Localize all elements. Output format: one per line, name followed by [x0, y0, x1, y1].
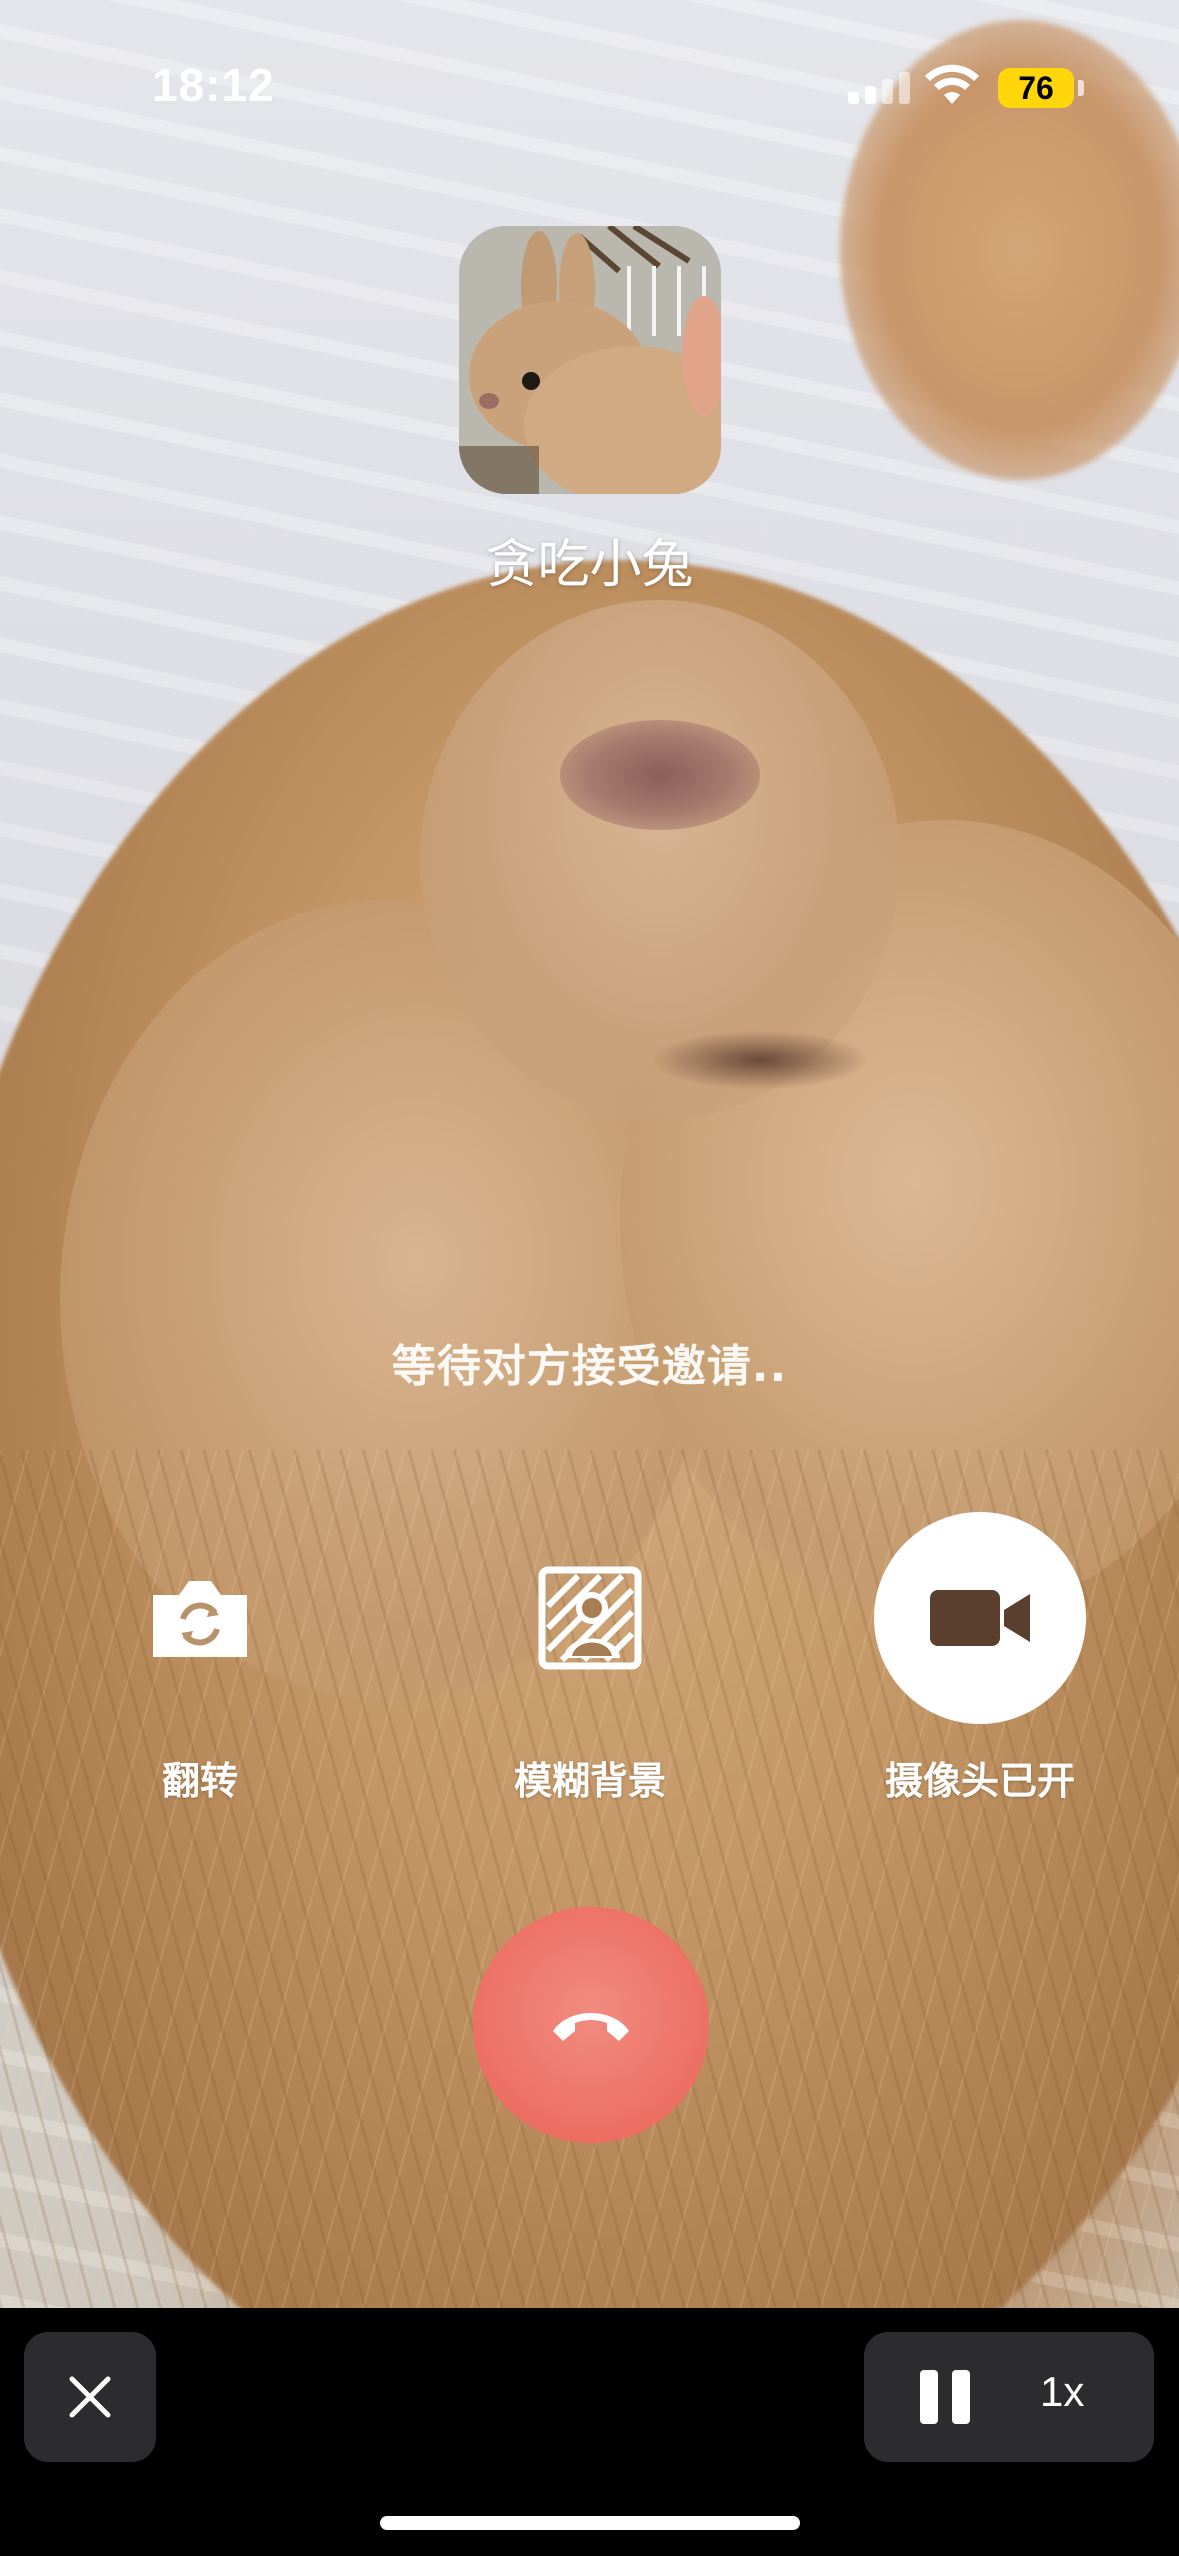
camera-toggle-label: 摄像头已开	[884, 1759, 1075, 1803]
close-icon	[69, 2376, 111, 2418]
player-controls: 1x	[864, 2332, 1154, 2462]
video-camera-icon	[930, 1590, 1030, 1646]
wifi-icon	[925, 64, 979, 104]
close-button[interactable]	[24, 2332, 156, 2462]
hang-up-icon	[553, 2013, 629, 2041]
flip-camera-button[interactable]: 翻转	[50, 1510, 350, 1810]
caller-name: 贪吃小兔	[485, 535, 694, 595]
pause-icon[interactable]	[920, 2370, 972, 2424]
camera-toggle-button[interactable]: 摄像头已开	[830, 1510, 1130, 1810]
home-indicator[interactable]	[380, 2516, 800, 2530]
blur-background-button[interactable]: 模糊背景	[440, 1510, 740, 1810]
rabbit-nose	[560, 720, 760, 830]
blur-background-label: 模糊背景	[513, 1759, 666, 1803]
battery-indicator: 76	[998, 68, 1074, 108]
status-time: 18:12	[152, 59, 275, 111]
caller-avatar	[459, 226, 721, 494]
playback-speed-button[interactable]: 1x	[1040, 2368, 1084, 2416]
end-call-button[interactable]	[473, 1907, 709, 2143]
call-status-text: 等待对方接受邀请..	[391, 1341, 788, 1392]
camera-flip-icon	[153, 1581, 247, 1657]
cellular-signal-icon	[848, 70, 912, 104]
flip-camera-label: 翻转	[161, 1759, 238, 1803]
status-bar: 18:12 76	[0, 0, 1179, 170]
blur-background-icon	[538, 1566, 642, 1670]
rabbit-avatar-image	[459, 226, 721, 494]
